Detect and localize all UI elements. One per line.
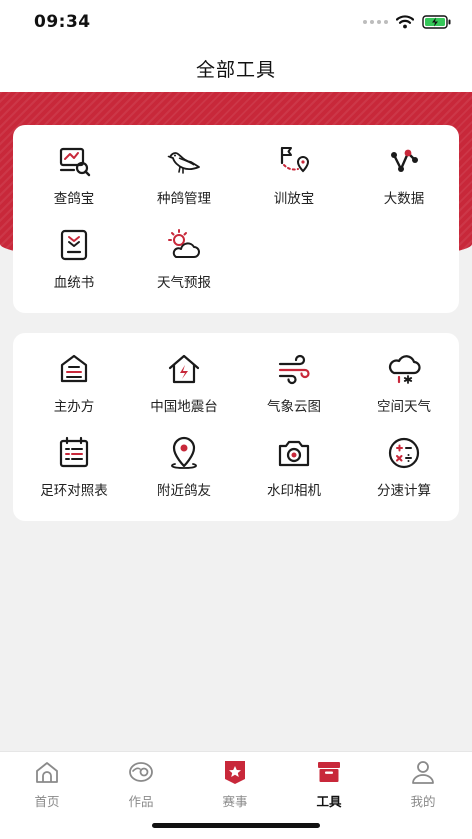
- tool-label: 气象云图: [267, 399, 321, 415]
- tool-label: 主办方: [53, 399, 95, 415]
- snow-cloud-icon: [384, 349, 424, 389]
- tool-label: 中国地震台: [150, 399, 218, 415]
- tool-label: 空间天气: [377, 399, 431, 415]
- tool-cha-ge-bao[interactable]: 查鸽宝: [19, 141, 129, 211]
- table-chart-icon: [54, 433, 94, 473]
- tool-card-secondary: 主办方 中国地震台 气象云图 空间天气 足环对照表 附近鸽友 水印相机 分速计算: [13, 333, 459, 521]
- data-nodes-icon: [384, 141, 424, 181]
- tool-label: 查鸽宝: [53, 191, 95, 207]
- tool-label: 种鸽管理: [157, 191, 211, 207]
- tab-mine[interactable]: 我的: [376, 758, 470, 810]
- tool-xun-fang-bao[interactable]: 训放宝: [239, 141, 349, 211]
- calculator-icon: [384, 433, 424, 473]
- home-icon: [33, 758, 61, 786]
- status-icons: [363, 15, 452, 29]
- tool-label: 水印相机: [267, 483, 321, 499]
- earthquake-house-icon: [164, 349, 204, 389]
- status-bar: 09:34: [0, 0, 472, 44]
- pigeon-icon: [164, 141, 204, 181]
- tool-label: 分速计算: [377, 483, 431, 499]
- pedigree-book-icon: [54, 225, 94, 265]
- tool-tian-qi-yu-bao[interactable]: 天气预报: [129, 225, 239, 295]
- user-icon: [409, 758, 437, 786]
- tab-label: 工具: [316, 794, 342, 809]
- tab-label: 赛事: [222, 794, 248, 809]
- status-time: 09:34: [34, 12, 91, 32]
- tool-label: 附近鸽友: [157, 483, 211, 499]
- tab-tools[interactable]: 工具: [282, 758, 376, 810]
- weather-sun-cloud-icon: [164, 225, 204, 265]
- tab-label: 作品: [128, 794, 154, 809]
- cellular-signal-icon: [363, 20, 388, 24]
- flag-route-icon: [274, 141, 314, 181]
- star-badge-icon: [221, 758, 249, 786]
- tool-label: 天气预报: [157, 275, 211, 291]
- tab-home[interactable]: 首页: [0, 758, 94, 810]
- tool-label: 血统书: [53, 275, 95, 291]
- tool-zhong-guo-di-zhen-tai[interactable]: 中国地震台: [129, 349, 239, 419]
- tool-fu-jin-ge-you[interactable]: 附近鸽友: [129, 433, 239, 503]
- tool-label: 训放宝: [273, 191, 315, 207]
- navigation-header: 全部工具: [0, 44, 472, 92]
- works-icon: [127, 758, 155, 786]
- page-title: 全部工具: [195, 58, 276, 81]
- location-pin-icon: [164, 433, 204, 473]
- camera-icon: [274, 433, 314, 473]
- wifi-icon: [396, 15, 414, 29]
- tab-label: 我的: [410, 794, 436, 809]
- battery-charging-icon: [422, 15, 451, 29]
- tab-works[interactable]: 作品: [94, 758, 188, 810]
- tool-zhu-ban-fang[interactable]: 主办方: [19, 349, 129, 419]
- toolbox-icon: [315, 758, 343, 786]
- tool-shui-yin-xiang-ji[interactable]: 水印相机: [239, 433, 349, 503]
- wind-icon: [274, 349, 314, 389]
- tool-zu-huan-dui-zhao-biao[interactable]: 足环对照表: [19, 433, 129, 503]
- tool-fen-su-ji-suan[interactable]: 分速计算: [349, 433, 459, 503]
- tool-label: 足环对照表: [40, 483, 108, 499]
- tool-qi-xiang-yun-tu[interactable]: 气象云图: [239, 349, 349, 419]
- tab-events[interactable]: 赛事: [188, 758, 282, 810]
- tool-kong-jian-tian-qi[interactable]: 空间天气: [349, 349, 459, 419]
- tool-card-primary: 查鸽宝 种鸽管理 训放宝 大数据 血统书 天气预报: [13, 125, 459, 313]
- tool-zhong-ge-guan-li[interactable]: 种鸽管理: [129, 141, 239, 211]
- search-document-icon: [54, 141, 94, 181]
- tab-label: 首页: [34, 794, 60, 809]
- tool-xue-tong-shu[interactable]: 血统书: [19, 225, 129, 295]
- organizer-house-icon: [54, 349, 94, 389]
- home-indicator[interactable]: [152, 823, 320, 828]
- tool-label: 大数据: [383, 191, 425, 207]
- tool-da-shu-ju[interactable]: 大数据: [349, 141, 459, 211]
